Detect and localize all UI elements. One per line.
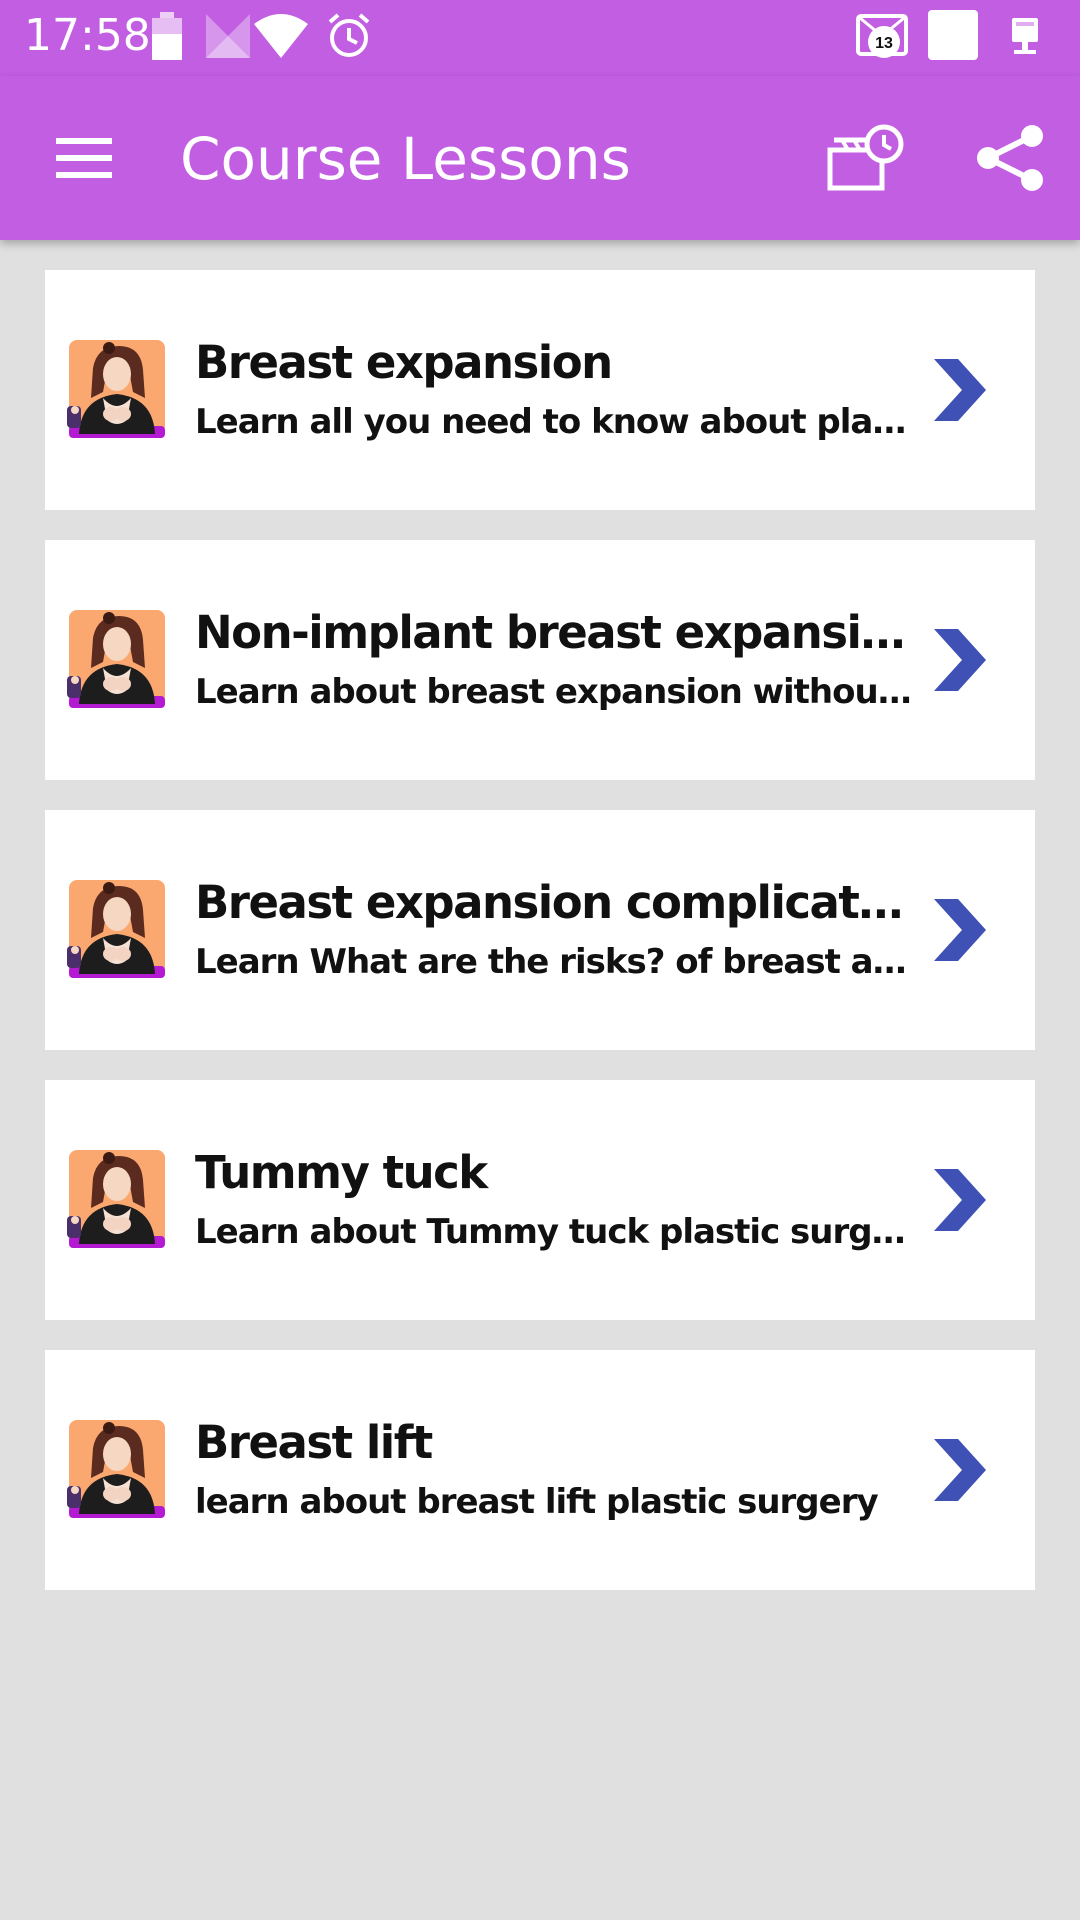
lesson-title: Breast lift	[195, 1416, 433, 1469]
lesson-card-3[interactable]: Breast expansion complications and risks…	[45, 810, 1035, 1050]
lesson-title: Breast expansion complications and risks	[195, 876, 915, 929]
chevron-right-icon	[934, 359, 986, 421]
page-title: Course Lessons	[180, 125, 631, 193]
lesson-thumbnail-icon	[67, 1150, 165, 1248]
lesson-thumbnail-icon	[67, 1420, 165, 1518]
status-bar: 17:58 13	[0, 0, 1080, 76]
battery-icon	[152, 12, 182, 60]
schedule-icon	[827, 124, 904, 191]
share-button[interactable]	[966, 116, 1056, 200]
chevron-right-icon	[934, 1169, 986, 1231]
hamburger-menu-icon	[56, 138, 112, 178]
chevron-right-icon	[934, 1439, 986, 1501]
lesson-description: Learn about Tummy tuck plastic surgery	[195, 1212, 915, 1252]
alarm-icon	[328, 13, 370, 57]
lesson-description: Learn about breast expansion without the…	[195, 672, 915, 712]
notification-badge-icon: 13	[856, 14, 908, 58]
app-bar: Course Lessons	[0, 76, 1080, 240]
lesson-card-1[interactable]: Breast expansion Learn all you need to k…	[45, 270, 1035, 510]
lesson-title: Breast expansion	[195, 336, 613, 389]
ethernet-icon	[1012, 18, 1038, 54]
wifi-icon	[254, 14, 308, 58]
menu-button[interactable]	[40, 118, 128, 198]
lesson-description: Learn all you need to know about plastic…	[195, 402, 915, 442]
signal-icon	[206, 14, 250, 58]
lesson-description: learn about breast lift plastic surgery	[195, 1482, 879, 1522]
lesson-description: Learn What are the risks? of breast augm…	[195, 942, 915, 982]
blank-notification-icon	[928, 10, 978, 60]
share-icon	[977, 125, 1043, 191]
lesson-thumbnail-icon	[67, 610, 165, 708]
status-time: 17:58	[24, 10, 151, 61]
lesson-thumbnail-icon	[67, 880, 165, 978]
notification-count: 13	[875, 35, 893, 52]
lesson-card-4[interactable]: Tummy tuck Learn about Tummy tuck plasti…	[45, 1080, 1035, 1320]
lesson-card-2[interactable]: Non-implant breast expansion Learn about…	[45, 540, 1035, 780]
lesson-title: Non-implant breast expansion	[195, 606, 915, 659]
lesson-title: Tummy tuck	[195, 1146, 488, 1199]
lesson-list: Breast expansion Learn all you need to k…	[45, 270, 1035, 1620]
schedule-button[interactable]	[820, 116, 910, 200]
chevron-right-icon	[934, 899, 986, 961]
lesson-thumbnail-icon	[67, 340, 165, 438]
lesson-card-5[interactable]: Breast lift learn about breast lift plas…	[45, 1350, 1035, 1590]
chevron-right-icon	[934, 629, 986, 691]
